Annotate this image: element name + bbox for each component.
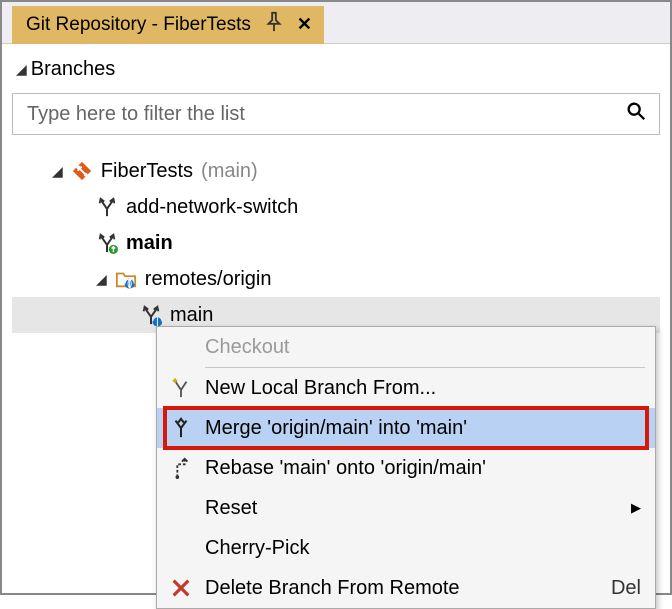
expander-icon: ◢: [52, 163, 63, 180]
remotes-label: remotes/origin: [145, 268, 272, 291]
search-icon[interactable]: [625, 100, 647, 128]
close-icon[interactable]: ✕: [293, 14, 316, 35]
branch-filter-input[interactable]: [25, 102, 625, 127]
repo-name: FiberTests: [101, 160, 193, 183]
branch-main[interactable]: main: [12, 225, 660, 261]
pin-icon[interactable]: [263, 11, 285, 38]
branch-icon: [96, 196, 118, 218]
current-branch-suffix: (main): [201, 160, 258, 183]
git-repo-icon: [71, 160, 93, 182]
branch-filter-box[interactable]: [12, 93, 660, 135]
tab-git-repository[interactable]: Git Repository - FiberTests ✕: [12, 6, 324, 44]
branch-label: main: [126, 232, 173, 255]
expander-icon: ◢: [96, 271, 107, 288]
ctx-new-local-branch[interactable]: New Local Branch From...: [157, 368, 655, 408]
rebase-icon: [157, 457, 205, 479]
new-branch-icon: [157, 377, 205, 399]
remote-branch-icon: [140, 304, 162, 326]
ctx-rebase[interactable]: Rebase 'main' onto 'origin/main': [157, 448, 655, 488]
branch-tree: ◢ FiberTests (main) add-network-switch m…: [12, 153, 660, 333]
context-menu: Checkout New Local Branch From... Merge …: [156, 326, 656, 609]
branch-label: main: [170, 304, 213, 327]
delete-icon: [157, 577, 205, 599]
section-title: Branches: [31, 58, 116, 81]
ctx-cherry-pick[interactable]: Cherry-Pick: [157, 528, 655, 568]
panel-body: ◢ Branches ◢ FiberTests (main) add-netwo…: [2, 44, 670, 343]
repo-node[interactable]: ◢ FiberTests (main): [12, 153, 660, 189]
tab-title: Git Repository - FiberTests: [26, 14, 251, 36]
branch-label: add-network-switch: [126, 196, 298, 219]
ctx-reset[interactable]: Reset ▶: [157, 488, 655, 528]
ctx-delete-remote-branch[interactable]: Delete Branch From Remote Del: [157, 568, 655, 608]
branch-current-icon: [96, 232, 118, 254]
submenu-arrow-icon: ▶: [631, 500, 641, 516]
branches-section-header[interactable]: ◢ Branches: [12, 58, 660, 81]
remotes-origin-node[interactable]: ◢ remotes/origin: [12, 261, 660, 297]
merge-icon: [157, 417, 205, 439]
remote-folder-icon: [115, 268, 137, 290]
expander-icon: ◢: [16, 61, 27, 78]
ctx-merge[interactable]: Merge 'origin/main' into 'main': [157, 408, 655, 448]
tab-strip: Git Repository - FiberTests ✕: [2, 2, 670, 44]
shortcut-label: Del: [611, 577, 655, 600]
branch-add-network-switch[interactable]: add-network-switch: [12, 189, 660, 225]
ctx-checkout: Checkout: [157, 327, 655, 367]
git-repository-panel: Git Repository - FiberTests ✕ ◢ Branches…: [0, 0, 672, 595]
